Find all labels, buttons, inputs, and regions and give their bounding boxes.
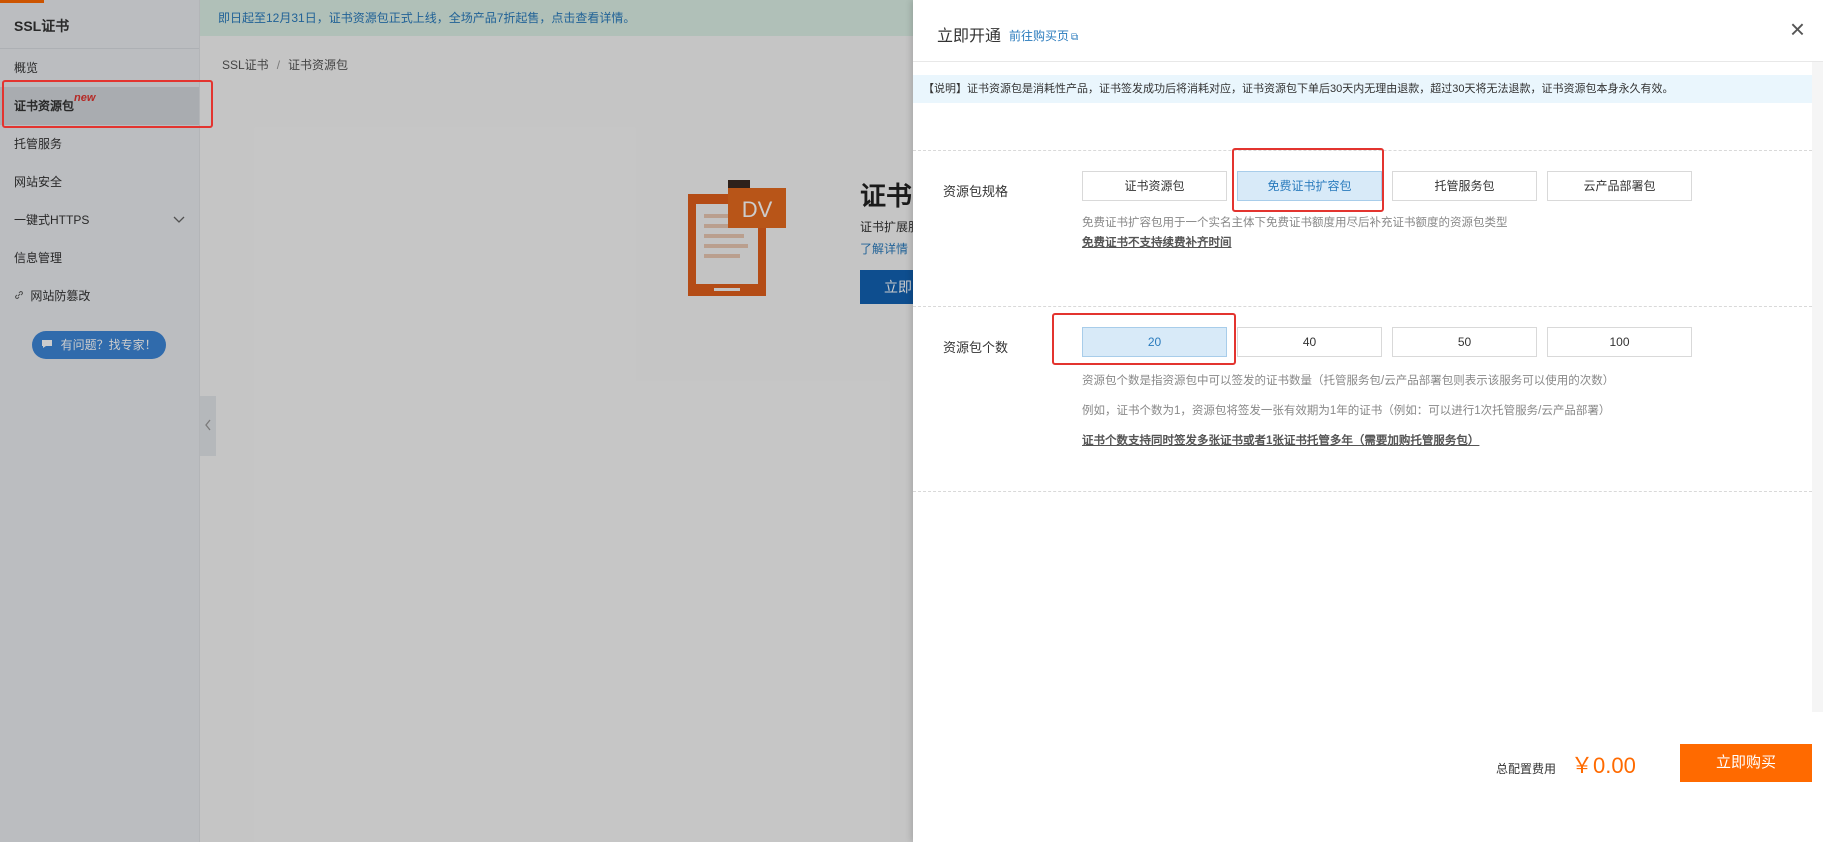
spec-option-cloud-deploy-package[interactable]: 云产品部署包 [1547,171,1692,201]
drawer-header: 立即开通 前往购买页 ⧉ × [913,0,1823,62]
drawer-scrollbar[interactable] [1812,62,1823,712]
spec-hint: 免费证书扩容包用于一个实名主体下免费证书额度用尽后补充证书额度的资源包类型 [1082,217,1508,229]
buy-page-link[interactable]: 前往购买页 ⧉ [1009,27,1078,44]
purchase-drawer: 立即开通 前往购买页 ⧉ × 【说明】证书资源包是消耗性产品，证书签发成功后将消耗… [913,0,1823,842]
drawer-footer: 总配置费用 ￥0.00 立即购买 [913,712,1823,842]
buy-page-link-label: 前往购买页 [1009,29,1070,43]
app-root: SSL证书 概览 证书资源包 new 托管服务 网站安全 一键式HTTPS 信息… [0,0,1823,842]
spec-option-hosting-package[interactable]: 托管服务包 [1392,171,1537,201]
count-label: 资源包个数 [943,340,1009,355]
buy-now-button[interactable]: 立即购买 [1680,744,1812,782]
drawer-notice: 【说明】证书资源包是消耗性产品，证书签发成功后将消耗对应，证书资源包下单后30天… [913,75,1812,103]
total-cost-label: 总配置费用 [1496,762,1557,776]
drawer-title: 立即开通 [937,28,1002,45]
section-divider [913,306,1812,307]
count-option-40[interactable]: 40 [1237,327,1382,357]
count-hint-strong: 证书个数支持同时签发多张证书或者1张证书托管多年（需要加购托管服务包） [1082,435,1480,447]
spec-label: 资源包规格 [943,184,1009,199]
total-cost-value: ￥0.00 [1571,753,1636,778]
count-hint-1: 资源包个数是指资源包中可以签发的证书数量（托管服务包/云产品部署包则表示该服务可… [1082,375,1615,387]
count-option-50[interactable]: 50 [1392,327,1537,357]
spec-option-cert-package[interactable]: 证书资源包 [1082,171,1227,201]
spec-hint-strong: 免费证书不支持续费补齐时间 [1082,237,1232,249]
count-option-100[interactable]: 100 [1547,327,1692,357]
close-icon[interactable]: × [1790,16,1805,42]
section-divider [913,491,1812,492]
count-option-20[interactable]: 20 [1082,327,1227,357]
count-hint-2: 例如，证书个数为1，资源包将签发一张有效期为1年的证书（例如：可以进行1次托管服… [1082,405,1611,417]
section-divider [913,150,1812,151]
modal-overlay[interactable] [0,0,913,842]
external-link-icon: ⧉ [1071,32,1079,43]
spec-option-free-cert-expansion[interactable]: 免费证书扩容包 [1237,171,1382,201]
